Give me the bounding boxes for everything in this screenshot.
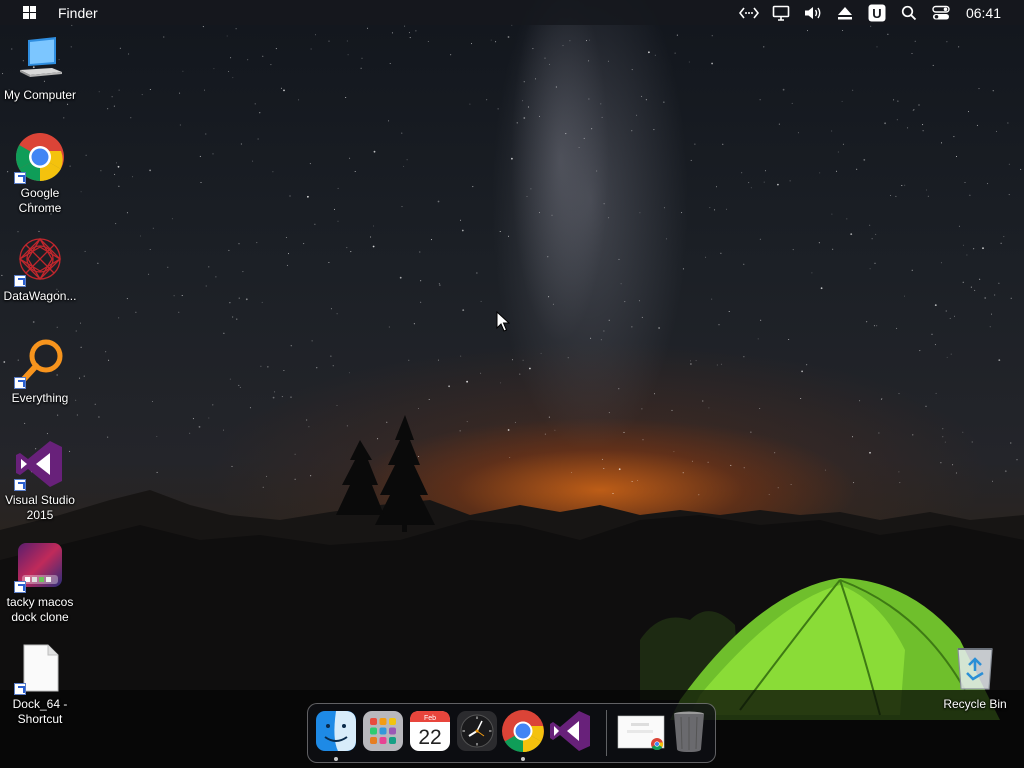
eject-icon[interactable] xyxy=(834,2,856,24)
desktop-icon-my-computer[interactable]: My Computer xyxy=(0,34,80,103)
network-code-icon[interactable] xyxy=(738,2,760,24)
shortcut-arrow-icon xyxy=(14,275,26,287)
dock-clone-app-icon xyxy=(14,541,66,593)
everything-search-icon xyxy=(14,337,66,389)
desktop-icon-everything[interactable]: Everything xyxy=(0,337,80,406)
window-thumbnail-icon xyxy=(617,715,665,751)
clock-icon xyxy=(457,711,497,751)
desktop-icon-google-chrome[interactable]: Google Chrome xyxy=(0,132,80,216)
trash-icon xyxy=(674,711,704,752)
volume-icon[interactable] xyxy=(802,2,824,24)
finder-icon xyxy=(316,711,356,751)
chrome-icon xyxy=(14,132,66,184)
desktop-icon-label: My Computer xyxy=(3,88,77,102)
menubar-clock[interactable]: 06:41 xyxy=(966,5,1001,21)
search-icon[interactable] xyxy=(898,2,920,24)
running-indicator xyxy=(521,757,525,761)
dock-item-calendar[interactable]: Feb 22 xyxy=(408,709,452,753)
shortcut-arrow-icon xyxy=(14,172,26,184)
shortcut-arrow-icon xyxy=(14,683,26,695)
u-badge-icon[interactable]: U xyxy=(866,2,888,24)
dock-item-visual-studio[interactable] xyxy=(548,709,592,753)
control-center-icon[interactable] xyxy=(930,2,952,24)
mouse-cursor-icon xyxy=(496,311,510,332)
running-indicator xyxy=(334,757,338,761)
dock-item-trash[interactable] xyxy=(667,709,711,753)
wallpaper-scene xyxy=(0,24,1024,768)
datawagon-icon xyxy=(14,235,66,287)
visual-studio-icon xyxy=(550,711,590,751)
chrome-icon xyxy=(502,710,544,753)
dock-item-launchpad[interactable] xyxy=(361,709,405,753)
calendar-icon: Feb 22 xyxy=(410,711,450,751)
active-app-name[interactable]: Finder xyxy=(58,5,98,21)
launchpad-icon xyxy=(363,711,403,751)
desktop-icon-label: Google Chrome xyxy=(18,186,62,215)
file-icon xyxy=(14,643,66,695)
calendar-month: Feb xyxy=(424,715,436,722)
monitor-icon[interactable] xyxy=(770,2,792,24)
desktop-icon-tacky-macos-dock-clone[interactable]: tacky macos dock clone xyxy=(0,541,80,625)
shortcut-arrow-icon xyxy=(14,581,26,593)
computer-icon xyxy=(14,34,66,86)
windows-logo-icon[interactable] xyxy=(23,6,36,19)
desktop-icon-recycle-bin[interactable]: Recycle Bin xyxy=(935,643,1015,712)
calendar-day: 22 xyxy=(418,726,441,749)
visual-studio-icon xyxy=(14,439,66,491)
shortcut-arrow-icon xyxy=(14,479,26,491)
shortcut-arrow-icon xyxy=(14,377,26,389)
dock-item-chrome-window-preview[interactable] xyxy=(617,709,665,753)
dock: Feb 22 xyxy=(307,703,716,763)
dock-item-clock[interactable] xyxy=(455,709,499,753)
desktop-icon-dock-64-shortcut[interactable]: Dock_64 - Shortcut xyxy=(0,643,80,727)
desktop-icon-datawagon[interactable]: DataWagon... xyxy=(0,235,80,304)
u-badge-letter: U xyxy=(872,6,881,21)
menu-bar: Finder U 06:41 xyxy=(0,0,1024,25)
desktop-icon-label: DataWagon... xyxy=(3,289,77,303)
recycle-bin-icon xyxy=(949,643,1001,695)
desktop-icon-label: Everything xyxy=(11,391,69,405)
desktop-wallpaper xyxy=(0,0,1024,768)
desktop-icon-label: Visual Studio 2015 xyxy=(5,493,75,522)
desktop-icon-label: Dock_64 - Shortcut xyxy=(12,697,68,726)
dock-separator xyxy=(606,710,607,756)
desktop-icon-label: Recycle Bin xyxy=(943,697,1007,711)
dock-item-finder[interactable] xyxy=(314,709,358,753)
desktop-icon-label: tacky macos dock clone xyxy=(6,595,74,624)
dock-item-google-chrome[interactable] xyxy=(501,709,545,753)
desktop-icon-visual-studio-2015[interactable]: Visual Studio 2015 xyxy=(0,439,80,523)
